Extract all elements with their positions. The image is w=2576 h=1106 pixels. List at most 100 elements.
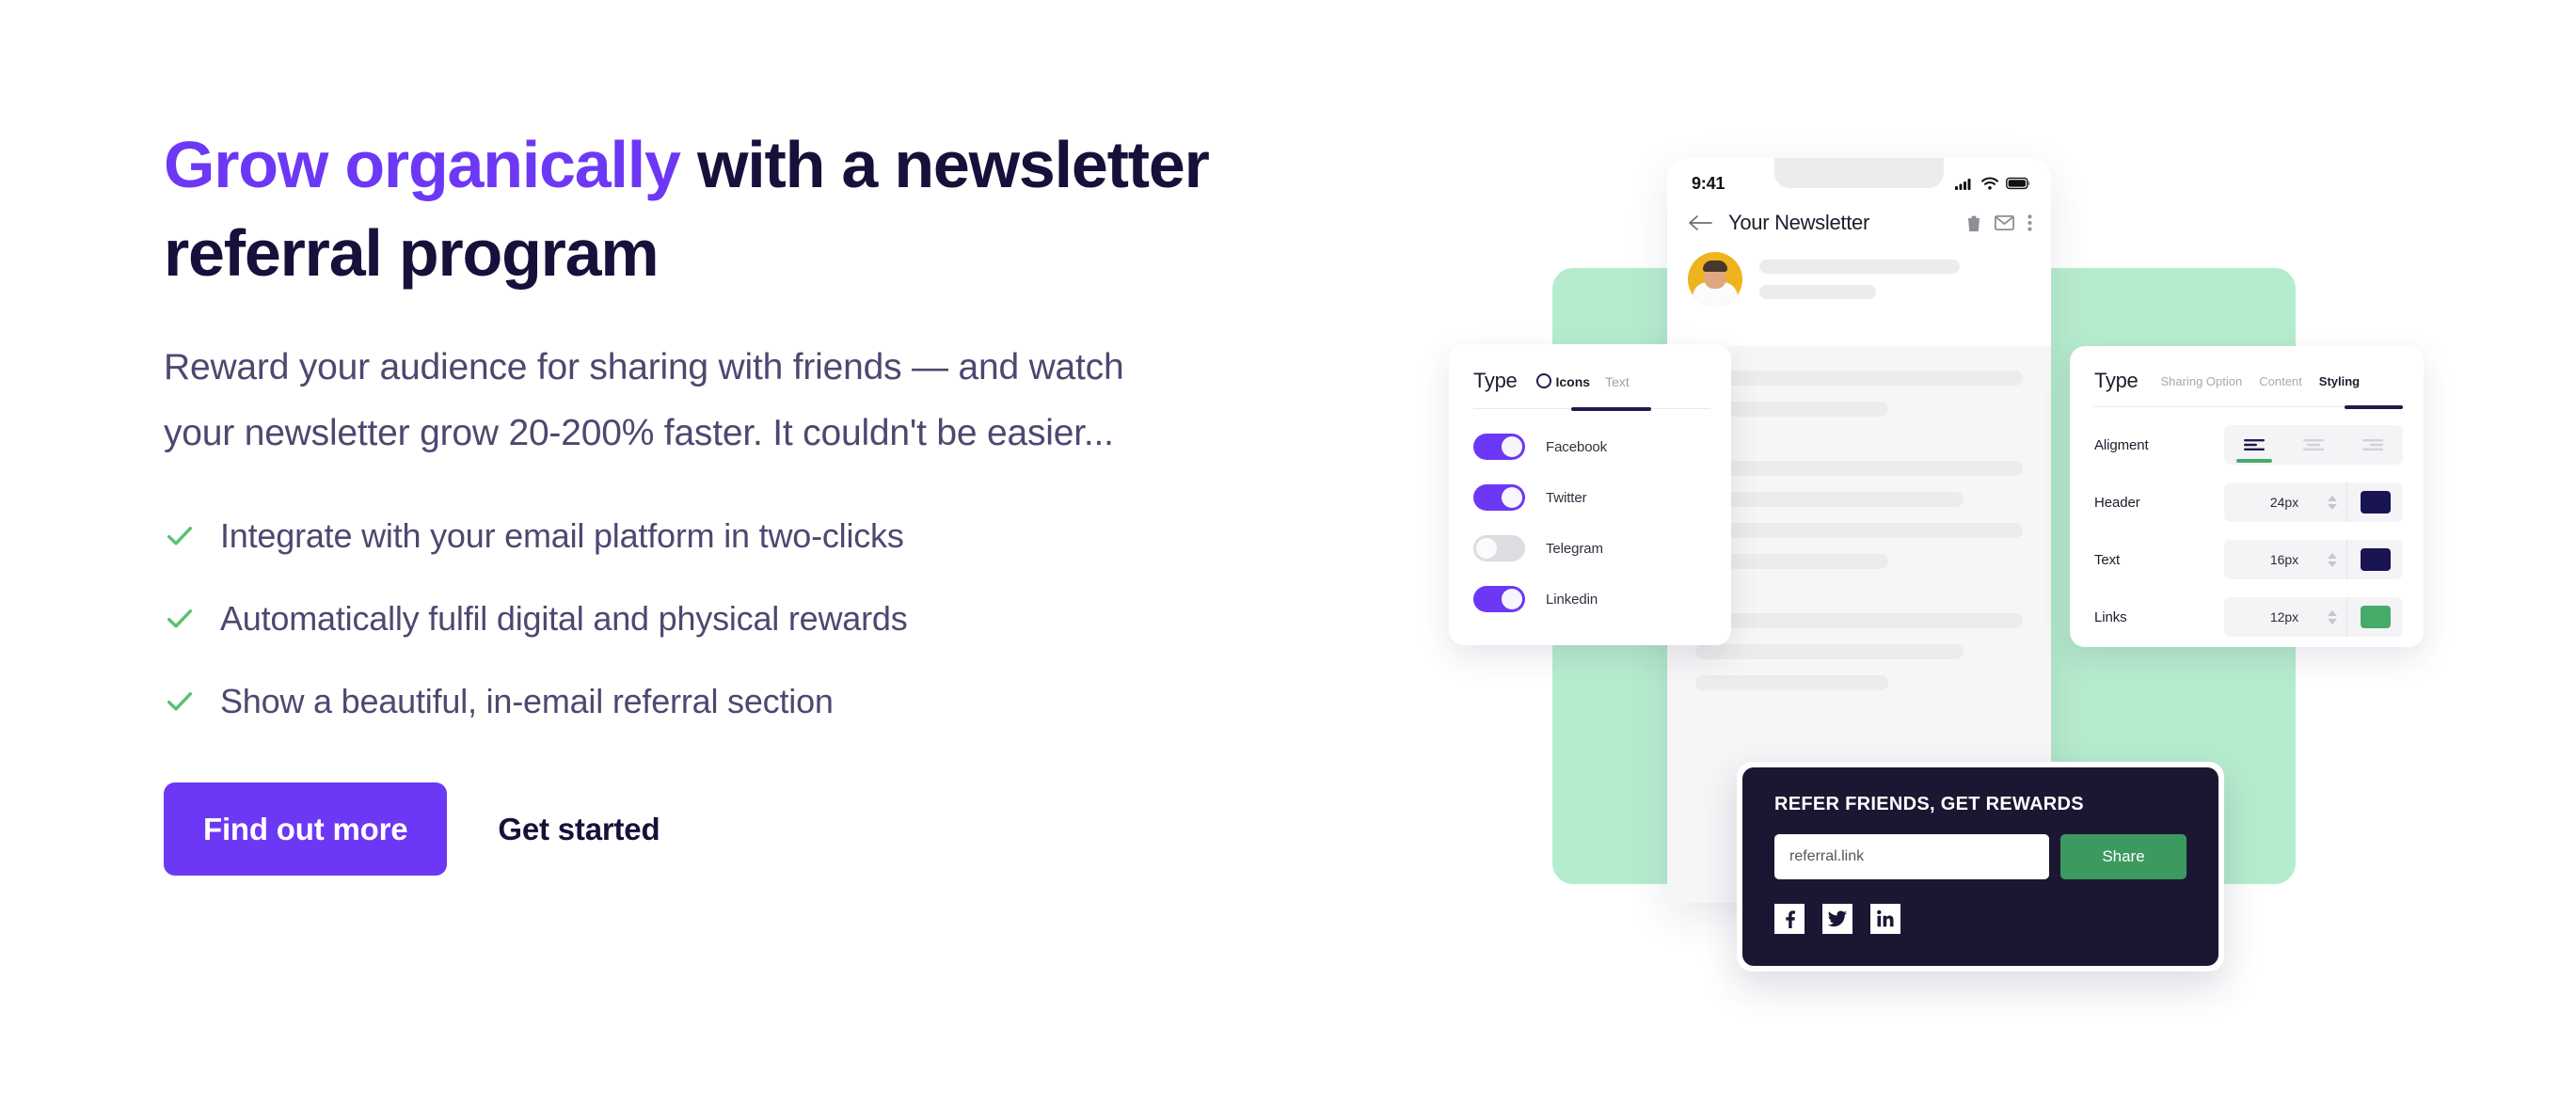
setting-label: Aligment [2094,436,2149,453]
toggle-twitter[interactable] [1473,484,1525,511]
referral-card: REFER FRIENDS, GET REWARDS Share [1737,762,2224,972]
list-item-label: Automatically fulfil digital and physica… [220,599,908,638]
referral-social-links [1774,904,2186,934]
toggle-label: Telegram [1546,540,1603,557]
hero-subcopy: Reward your audience for sharing with fr… [164,347,1124,453]
status-time: 9:41 [1692,173,1725,193]
chevron-down-icon[interactable] [2328,503,2337,510]
stepper-value: 24px [2269,495,2299,510]
align-center-icon [2302,439,2324,450]
linkedin-icon[interactable] [1870,904,1900,934]
tab-text[interactable]: Text [1605,374,1630,389]
feature-list: Integrate with your email platform in tw… [164,514,1217,724]
toggle-row-twitter: Twitter [1473,484,1710,511]
align-right-button[interactable] [2344,425,2403,465]
toggle-row-facebook: Facebook [1473,434,1710,460]
referral-card-title: REFER FRIENDS, GET REWARDS [1774,794,2084,814]
toggle-linkedin[interactable] [1473,586,1525,612]
find-out-more-button[interactable]: Find out more [164,782,448,876]
list-item: Show a beautiful, in-email referral sect… [164,679,1217,724]
check-icon [167,527,193,545]
tab-styling[interactable]: Styling [2319,374,2360,388]
list-item-label: Show a beautiful, in-email referral sect… [220,682,834,720]
tab-icons[interactable]: Icons [1535,372,1590,389]
landing-hero-section: Grow organically with a newsletter refer… [0,0,2576,1106]
overflow-menu-icon[interactable] [2027,214,2032,231]
chevron-up-icon[interactable] [2328,552,2337,559]
stepper-arrows[interactable] [2328,609,2346,624]
twitter-icon[interactable] [1822,904,1852,934]
icons-panel-tabs: Icons Text [1535,372,1630,389]
align-left-button[interactable] [2224,425,2283,465]
toggle-label: Linkedin [1546,591,1598,608]
toggle-telegram[interactable] [1473,535,1525,561]
text-color-swatch-cell[interactable] [2346,540,2403,579]
avatar [1688,252,1742,307]
list-item-label: Integrate with your email platform in tw… [220,516,904,555]
icons-panel-title: Type [1473,369,1518,392]
page-title: Grow organically with a newsletter refer… [164,120,1217,297]
hero-copy-column: Grow organically with a newsletter refer… [164,120,1217,876]
header-color-swatch-cell[interactable] [2346,482,2403,522]
chevron-up-icon[interactable] [2328,495,2337,501]
battery-icon [2006,177,2030,190]
color-swatch[interactable] [2360,606,2391,628]
links-size-stepper[interactable]: 12px [2224,597,2403,637]
toggle-label: Twitter [1546,489,1587,506]
back-arrow-icon[interactable] [1688,214,1712,231]
stepper-arrows[interactable] [2328,552,2346,567]
setting-row-links: Links 12px [2094,597,2403,637]
setting-row-text: Text 16px [2094,540,2403,579]
toggle-row-telegram: Telegram [1473,535,1710,561]
align-right-icon [2362,439,2384,450]
phone-top-area: 9:41 Your Newsletter [1667,158,2051,346]
icons-panel-divider [1473,406,1710,411]
alignment-button-group [2224,425,2403,465]
styling-panel-header: Type Sharing Option Content Styling [2094,369,2403,393]
setting-label: Text [2094,551,2121,568]
status-icons [1955,177,2030,190]
setting-label: Header [2094,494,2140,511]
toggle-row-linkedin: Linkedin [1473,586,1710,612]
list-item: Integrate with your email platform in tw… [164,514,1217,559]
chevron-down-icon[interactable] [2328,561,2337,567]
toggle-label: Facebook [1546,438,1608,455]
sender-placeholder-lines [1759,260,2030,299]
chevron-down-icon[interactable] [2328,618,2337,624]
stepper-arrows[interactable] [2328,495,2346,510]
styling-panel-title: Type [2094,369,2139,392]
setting-row-header: Header 24px [2094,482,2403,522]
stepper-value: 12px [2269,609,2299,624]
facebook-icon[interactable] [1774,904,1805,934]
wifi-icon [1981,177,1998,190]
tab-sharing-option[interactable]: Sharing Option [2161,374,2243,388]
check-icon [167,692,193,711]
headline-accent: Grow organically [164,128,681,201]
header-size-stepper[interactable]: 24px [2224,482,2403,522]
mail-header: Your Newsletter [1667,198,2051,235]
radio-circle-icon [1535,372,1551,388]
envelope-icon[interactable] [1995,215,2014,230]
cta-row: Find out more Get started [164,782,1217,876]
check-icon [167,609,193,628]
trash-icon[interactable] [1966,214,1981,232]
color-swatch[interactable] [2360,491,2391,514]
align-center-button[interactable] [2283,425,2343,465]
product-illustration: 9:41 Your Newsletter Type Icons Text Fac… [1449,132,2424,972]
icons-settings-panel: Type Icons Text Facebook Twitter Telegra… [1449,344,1731,645]
tab-content[interactable]: Content [2259,374,2302,388]
links-color-swatch-cell[interactable] [2346,597,2403,637]
referral-form: Share [1774,834,2186,879]
text-size-stepper[interactable]: 16px [2224,540,2403,579]
styling-panel-tabs: Sharing Option Content Styling [2161,374,2361,388]
mail-actions [1966,214,2032,232]
toggle-facebook[interactable] [1473,434,1525,460]
align-left-icon [2243,439,2265,450]
share-button[interactable]: Share [2060,834,2186,879]
get-started-button[interactable]: Get started [490,812,667,847]
icons-panel-header: Type Icons Text [1473,369,1710,393]
setting-row-alignment: Aligment [2094,425,2403,465]
color-swatch[interactable] [2360,548,2391,571]
referral-link-input[interactable] [1774,834,2049,879]
chevron-up-icon[interactable] [2328,609,2337,616]
